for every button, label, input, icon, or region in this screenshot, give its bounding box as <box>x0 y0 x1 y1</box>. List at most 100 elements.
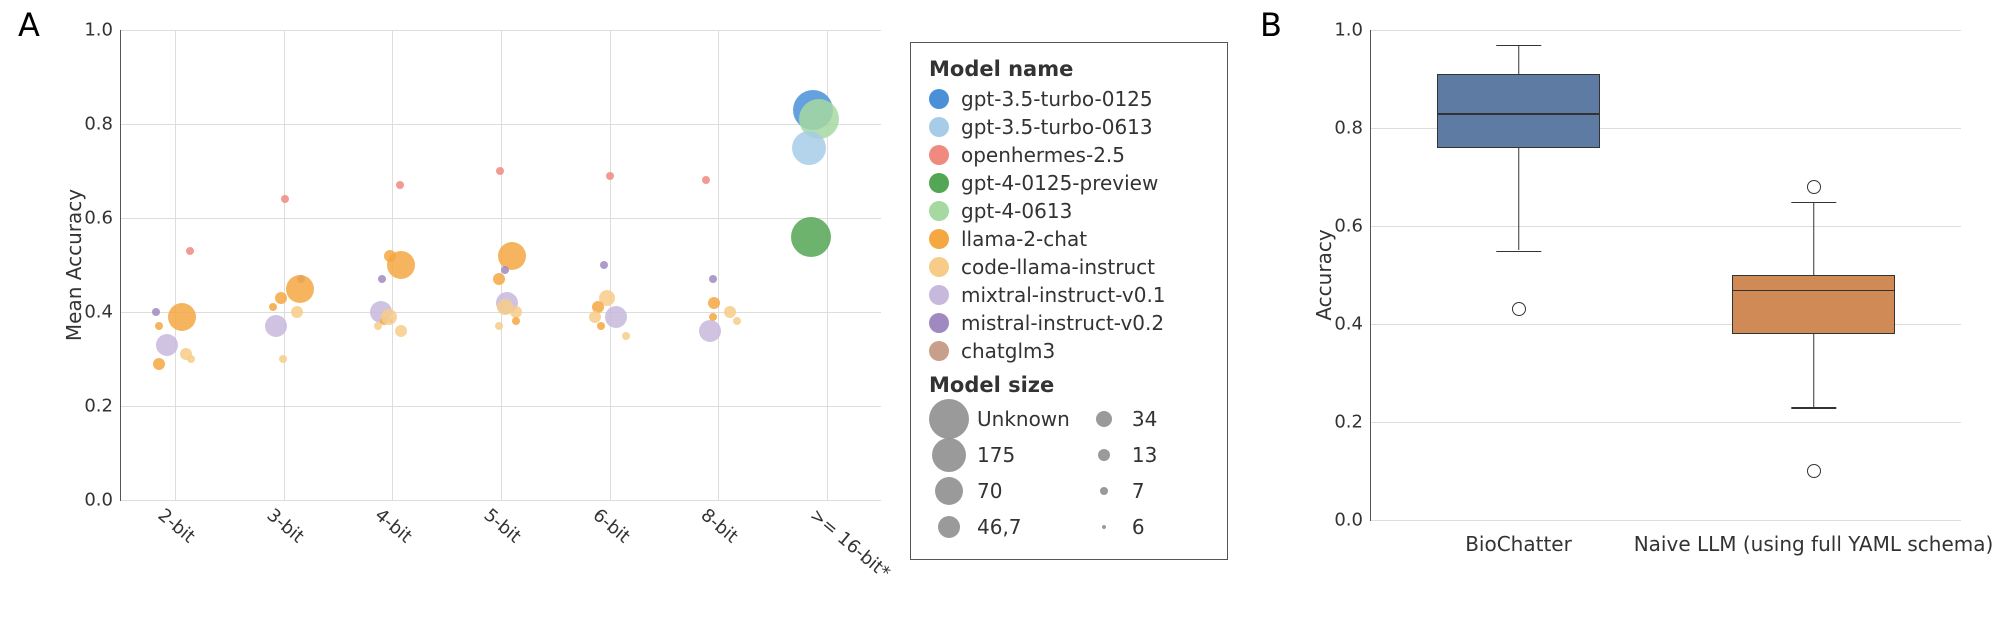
whisker-cap <box>1496 45 1541 47</box>
data-point <box>510 306 522 318</box>
outlier <box>1807 180 1821 194</box>
panel-b-gridline <box>1371 30 1961 31</box>
data-point <box>496 167 504 175</box>
data-point <box>791 217 831 257</box>
legend-model-label: openhermes-2.5 <box>961 143 1125 167</box>
panel-b-ytick: 0.4 <box>1334 314 1371 335</box>
panel-a-xtick: 2-bit <box>154 500 203 547</box>
legend-sizes-list: Unknown1757046,7341376 <box>929 401 1209 545</box>
legend-size-row: 46,7 <box>929 509 1070 545</box>
data-point <box>597 322 605 330</box>
panel-a-xtick: 8-bit <box>697 500 746 547</box>
data-point <box>152 308 160 316</box>
panel-a-xtick: 6-bit <box>588 500 637 547</box>
panel-a: 0.00.20.40.60.81.02-bit3-bit4-bit5-bit6-… <box>120 30 880 500</box>
legend-model-row: mistral-instruct-v0.2 <box>929 309 1209 337</box>
legend-size-label: 34 <box>1132 407 1157 431</box>
data-point <box>265 315 287 337</box>
legend-model-row: code-llama-instruct <box>929 253 1209 281</box>
box <box>1437 74 1599 148</box>
legend-color-swatch <box>929 117 949 137</box>
data-point <box>269 303 277 311</box>
data-point <box>180 348 192 360</box>
panel-b-xtick: BioChatter <box>1465 520 1572 556</box>
legend-size-row: Unknown <box>929 401 1070 437</box>
legend-size-dot <box>1102 525 1106 529</box>
outlier <box>1807 464 1821 478</box>
panel-b-gridline <box>1371 422 1961 423</box>
median <box>1732 290 1894 292</box>
legend-model-label: llama-2-chat <box>961 227 1087 251</box>
whisker <box>1813 202 1815 276</box>
outlier <box>1512 302 1526 316</box>
panel-a-ytick: 1.0 <box>84 20 121 41</box>
legend-model-row: gpt-3.5-turbo-0613 <box>929 113 1209 141</box>
whisker <box>1518 148 1520 251</box>
panel-b-ytick: 0.6 <box>1334 216 1371 237</box>
whisker <box>1813 334 1815 408</box>
whisker <box>1518 45 1520 74</box>
legend-model-label: gpt-3.5-turbo-0125 <box>961 87 1153 111</box>
panel-a-gridline-v <box>718 30 719 500</box>
legend-size-dot <box>935 477 963 505</box>
panel-b-label: B <box>1260 6 1282 44</box>
panel-a-ytick: 0.4 <box>84 302 121 323</box>
data-point <box>589 311 601 323</box>
legend-color-swatch <box>929 313 949 333</box>
data-point <box>699 320 721 342</box>
data-point <box>600 261 608 269</box>
panel-a-xtick: 4-bit <box>371 500 420 547</box>
legend-size-row: 175 <box>929 437 1070 473</box>
median <box>1437 113 1599 115</box>
data-point <box>396 181 404 189</box>
legend-size-label: 175 <box>977 443 1015 467</box>
panel-b: 0.00.20.40.60.81.0BioChatterNaive LLM (u… <box>1370 30 1960 520</box>
data-point <box>291 306 303 318</box>
legend-size-label: 7 <box>1132 479 1145 503</box>
data-point <box>168 303 196 331</box>
panel-b-ytick: 0.2 <box>1334 412 1371 433</box>
legend: Model name gpt-3.5-turbo-0125gpt-3.5-tur… <box>910 42 1228 560</box>
legend-model-row: gpt-4-0613 <box>929 197 1209 225</box>
legend-model-label: gpt-3.5-turbo-0613 <box>961 115 1153 139</box>
panel-a-ylabel: Mean Accuracy <box>62 189 86 341</box>
box <box>1732 275 1894 334</box>
legend-size-row: 7 <box>1084 473 1157 509</box>
panel-a-ytick: 0.6 <box>84 208 121 229</box>
data-point <box>156 334 178 356</box>
legend-model-label: mixtral-instruct-v0.1 <box>961 283 1166 307</box>
data-point <box>495 322 503 330</box>
legend-color-swatch <box>929 285 949 305</box>
data-point <box>381 309 397 325</box>
whisker-cap <box>1496 251 1541 253</box>
legend-size-dot <box>929 399 969 439</box>
legend-model-label: gpt-4-0613 <box>961 199 1072 223</box>
panel-a-ytick: 0.8 <box>84 114 121 135</box>
panel-a-xtick: 5-bit <box>480 500 529 547</box>
legend-size-dot <box>938 516 960 538</box>
data-point <box>733 317 741 325</box>
whisker-cap <box>1791 407 1836 409</box>
panel-b-ytick: 1.0 <box>1334 20 1371 41</box>
legend-color-swatch <box>929 341 949 361</box>
data-point <box>493 273 505 285</box>
panel-a-gridline-v <box>284 30 285 500</box>
panel-b-gridline <box>1371 226 1961 227</box>
panel-a-plot-area: 0.00.20.40.60.81.02-bit3-bit4-bit5-bit6-… <box>120 30 881 501</box>
legend-color-swatch <box>929 173 949 193</box>
data-point <box>708 297 720 309</box>
panel-a-ytick: 0.2 <box>84 396 121 417</box>
legend-color-swatch <box>929 145 949 165</box>
legend-color-swatch <box>929 229 949 249</box>
data-point <box>281 195 289 203</box>
data-point <box>512 317 520 325</box>
data-point <box>275 292 287 304</box>
data-point <box>186 247 194 255</box>
legend-color-swatch <box>929 89 949 109</box>
legend-model-row: gpt-4-0125-preview <box>929 169 1209 197</box>
legend-size-label: 13 <box>1132 443 1157 467</box>
legend-model-label: chatglm3 <box>961 339 1055 363</box>
panel-b-ylabel: Accuracy <box>1312 229 1336 320</box>
data-point <box>286 275 314 303</box>
legend-model-row: gpt-3.5-turbo-0125 <box>929 85 1209 113</box>
